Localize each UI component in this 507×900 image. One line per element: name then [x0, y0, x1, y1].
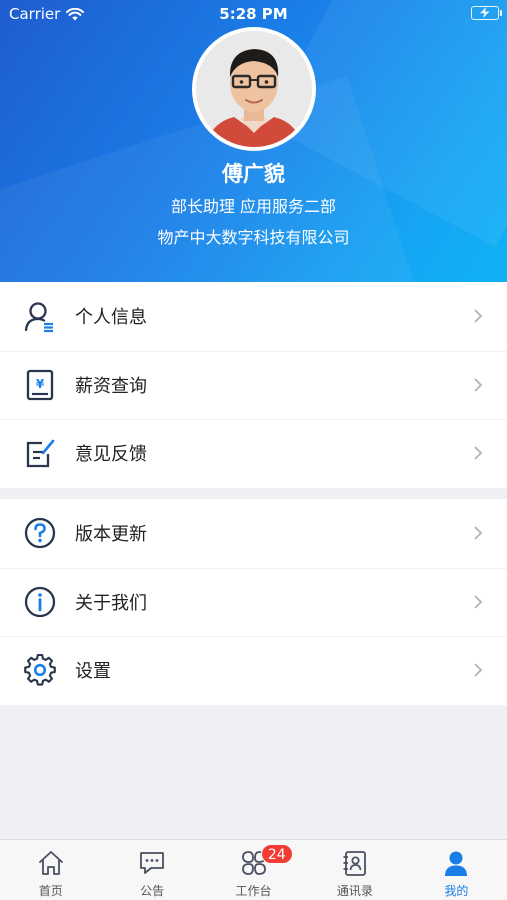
profile-header: Carrier 5:28 PM 傅广貌 部长助理 应用服务二部 物产中大数字科技… — [0, 0, 507, 282]
tab-home[interactable]: 首页 — [0, 840, 101, 900]
salary-icon: ¥ — [26, 369, 54, 400]
tab-label: 通讯录 — [336, 884, 373, 898]
profile-name: 傅广貌 — [222, 162, 285, 186]
menu-item-settings[interactable]: 设置 — [0, 636, 507, 705]
tab-workbench[interactable]: 24 工作台 — [203, 840, 304, 900]
menu-item-label: 关于我们 — [75, 592, 147, 614]
chevron-right-icon — [474, 526, 483, 540]
contacts-icon — [343, 851, 366, 876]
profile-company: 物产中大数字科技有限公司 — [157, 228, 350, 247]
menu-item-label: 个人信息 — [75, 307, 147, 329]
status-time: 5:28 PM — [219, 5, 288, 23]
tab-contacts[interactable]: 通讯录 — [304, 840, 405, 900]
tab-label: 我的 — [444, 884, 469, 898]
announcement-icon — [140, 852, 165, 874]
battery-charging-icon — [471, 6, 502, 20]
tab-label: 公告 — [140, 884, 165, 898]
chevron-right-icon — [474, 663, 483, 677]
menu-item-label: 设置 — [75, 661, 111, 683]
gear-icon — [24, 654, 56, 686]
profile-icon — [445, 851, 468, 876]
chevron-right-icon — [474, 309, 483, 323]
menu-item-label: 薪资查询 — [75, 375, 147, 397]
menu-item-salary[interactable]: ¥ 薪资查询 — [0, 350, 507, 420]
menu-item-label: 意见反馈 — [75, 444, 147, 466]
tab-label: 工作台 — [235, 884, 272, 898]
avatar-photo — [196, 31, 312, 147]
menu-group-app: 版本更新 关于我们 设置 — [0, 499, 507, 705]
menu-group-account: 个人信息 ¥ 薪资查询 意见反馈 — [0, 282, 507, 488]
question-circle-icon — [24, 518, 56, 549]
menu-item-label: 版本更新 — [75, 524, 147, 546]
tab-announcement[interactable]: 公告 — [101, 840, 202, 900]
menu-item-about-us[interactable]: 关于我们 — [0, 567, 507, 637]
home-icon — [38, 851, 63, 875]
svg-text:¥: ¥ — [36, 377, 45, 391]
status-bar: Carrier 5:28 PM — [0, 0, 507, 28]
user-info-icon — [24, 302, 53, 333]
profile-title: 部长助理 应用服务二部 — [170, 197, 337, 216]
menu-item-personal-info[interactable]: 个人信息 — [0, 282, 507, 351]
feedback-icon — [26, 439, 55, 468]
chevron-right-icon — [474, 595, 483, 609]
tab-label: 首页 — [38, 884, 63, 898]
tab-profile[interactable]: 我的 — [406, 840, 507, 900]
menu-item-version-update[interactable]: 版本更新 — [0, 499, 507, 568]
menu-item-feedback[interactable]: 意见反馈 — [0, 419, 507, 488]
info-circle-icon — [24, 586, 56, 617]
notification-badge: 24 — [260, 844, 293, 864]
avatar[interactable] — [192, 27, 316, 151]
chevron-right-icon — [474, 378, 483, 392]
bottom-tab-bar: 首页 公告 24 工作台 通讯录 我的 — [0, 839, 507, 900]
chevron-right-icon — [474, 446, 483, 460]
